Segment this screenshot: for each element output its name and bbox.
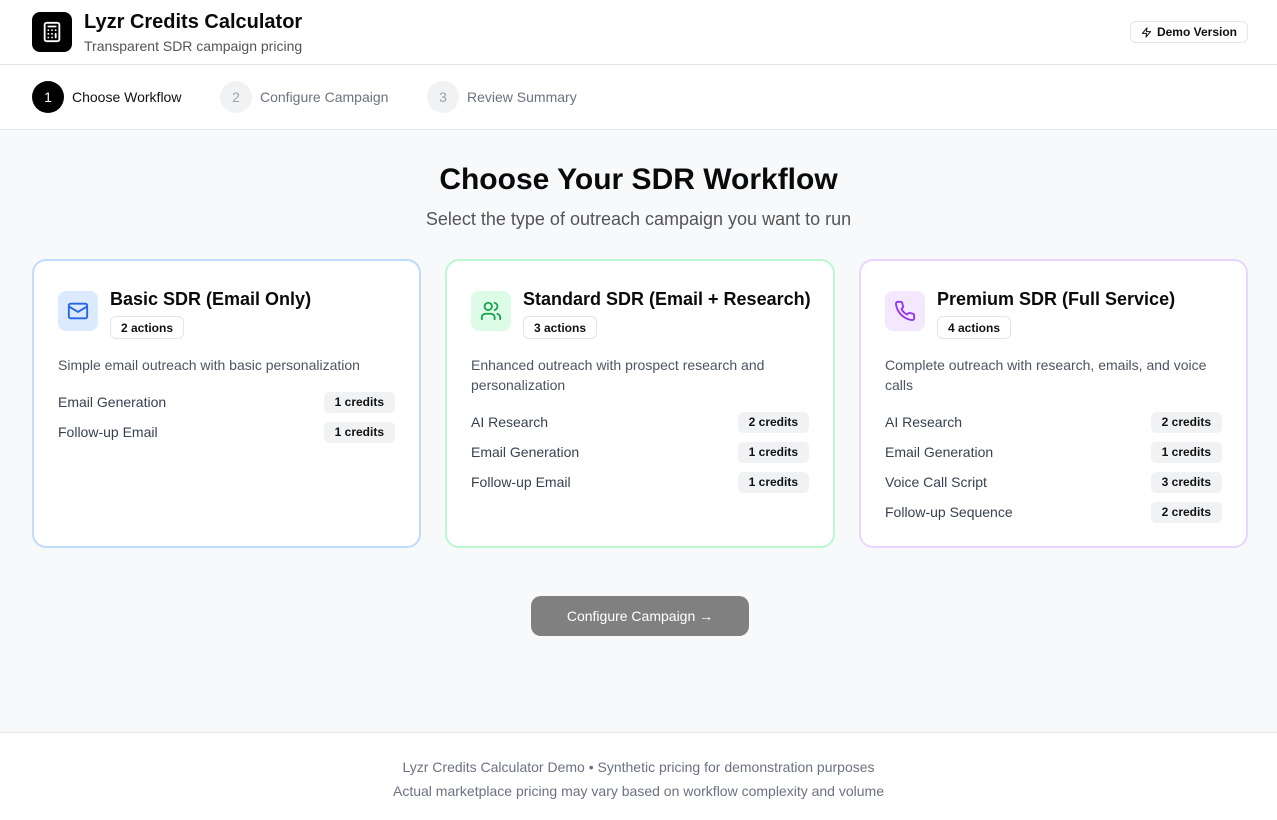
action-row: Follow-up Sequence 2 credits: [885, 497, 1222, 527]
action-name: Email Generation: [58, 394, 167, 410]
calculator-icon: [32, 12, 72, 52]
action-list: AI Research 2 credits Email Generation 1…: [471, 407, 809, 497]
step-configure-campaign[interactable]: 2 Configure Campaign: [220, 81, 388, 113]
step-choose-workflow[interactable]: 1 Choose Workflow: [32, 81, 181, 113]
action-name: Voice Call Script: [885, 474, 987, 490]
action-name: AI Research: [885, 414, 963, 430]
workflow-card-basic[interactable]: Basic SDR (Email Only) 2 actions Simple …: [32, 259, 421, 548]
app-subtitle: Transparent SDR campaign pricing: [84, 38, 303, 54]
mail-icon: [58, 291, 98, 331]
action-row: Email Generation 1 credits: [885, 437, 1222, 467]
action-row: Follow-up Email 1 credits: [58, 417, 395, 447]
step-number: 3: [427, 81, 459, 113]
credits-pill: 3 credits: [1150, 471, 1222, 493]
workflow-card-premium[interactable]: Premium SDR (Full Service) 4 actions Com…: [859, 259, 1248, 548]
step-label: Choose Workflow: [72, 89, 182, 105]
credits-pill: 1 credits: [323, 391, 395, 413]
credits-pill: 2 credits: [1150, 411, 1222, 433]
credits-pill: 1 credits: [1150, 441, 1222, 463]
step-label: Configure Campaign: [260, 89, 389, 105]
credits-pill: 2 credits: [1150, 501, 1222, 523]
action-name: Follow-up Sequence: [885, 504, 1013, 520]
step-label: Review Summary: [467, 89, 577, 105]
demo-version-badge: Demo Version: [1129, 21, 1248, 43]
credits-pill: 1 credits: [737, 441, 809, 463]
app-header: Lyzr Credits Calculator Transparent SDR …: [0, 0, 1277, 65]
action-row: Follow-up Email 1 credits: [471, 467, 809, 497]
users-icon: [471, 291, 511, 331]
page-title: Choose Your SDR Workflow: [439, 163, 838, 196]
page-footer: Lyzr Credits Calculator Demo • Synthetic…: [0, 732, 1277, 820]
app-title: Lyzr Credits Calculator: [84, 11, 303, 33]
workflow-description: Enhanced outreach with prospect research…: [471, 357, 765, 393]
action-name: Email Generation: [471, 444, 580, 460]
action-row: Email Generation 1 credits: [58, 387, 395, 417]
step-number: 2: [220, 81, 252, 113]
step-review-summary[interactable]: 3 Review Summary: [427, 81, 577, 113]
demo-version-label: Demo Version: [1156, 25, 1237, 39]
action-row: AI Research 2 credits: [885, 407, 1222, 437]
workflow-title: Premium SDR (Full Service): [937, 289, 1176, 309]
action-row: AI Research 2 credits: [471, 407, 809, 437]
phone-icon: [885, 291, 925, 331]
credits-pill: 2 credits: [737, 411, 809, 433]
action-name: Email Generation: [885, 444, 994, 460]
actions-count-badge: 4 actions: [937, 316, 1012, 339]
footer-disclaimer: Lyzr Credits Calculator Demo • Synthetic…: [402, 759, 875, 775]
progress-stepper: 1 Choose Workflow 2 Configure Campaign 3…: [0, 65, 1277, 130]
credits-pill: 1 credits: [323, 421, 395, 443]
actions-count-badge: 2 actions: [110, 316, 185, 339]
workflow-description: Simple email outreach with basic persona…: [58, 357, 360, 373]
page-subtitle: Select the type of outreach campaign you…: [425, 209, 852, 229]
workflow-card-standard[interactable]: Standard SDR (Email + Research) 3 action…: [445, 259, 835, 548]
action-row: Email Generation 1 credits: [471, 437, 809, 467]
action-list: AI Research 2 credits Email Generation 1…: [885, 407, 1222, 527]
workflow-title: Basic SDR (Email Only): [110, 289, 312, 309]
workflow-title: Standard SDR (Email + Research): [523, 289, 811, 309]
configure-campaign-button[interactable]: Configure Campaign →: [531, 596, 749, 636]
zap-icon: [1141, 26, 1152, 38]
footer-note: Actual marketplace pricing may vary base…: [393, 783, 884, 799]
credits-pill: 1 credits: [737, 471, 809, 493]
action-name: Follow-up Email: [471, 474, 571, 490]
action-name: Follow-up Email: [58, 424, 158, 440]
action-row: Voice Call Script 3 credits: [885, 467, 1222, 497]
step-number: 1: [32, 81, 64, 113]
action-list: Email Generation 1 credits Follow-up Ema…: [58, 387, 395, 447]
workflow-description: Complete outreach with research, emails,…: [885, 357, 1207, 393]
action-name: AI Research: [471, 414, 549, 430]
actions-count-badge: 3 actions: [523, 316, 598, 339]
